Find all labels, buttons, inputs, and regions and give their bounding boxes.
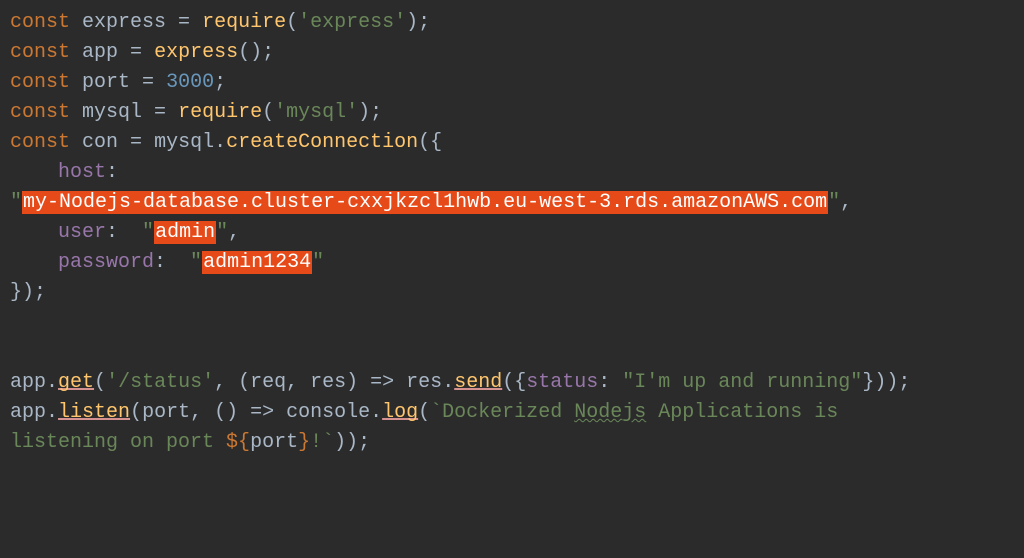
punct: =: [166, 11, 202, 34]
fn-require: require: [202, 11, 286, 34]
template-open: ${: [226, 431, 250, 454]
highlighted-password: admin1234: [202, 251, 312, 274]
var-app: app: [82, 41, 118, 64]
template-var-port: port: [250, 431, 298, 454]
key-password: password: [58, 251, 154, 274]
string-express: 'express': [298, 11, 406, 34]
blank-line: [10, 341, 22, 364]
code-line: user: "admin",: [10, 221, 240, 244]
code-line: host:: [10, 161, 118, 184]
var-express: express: [82, 11, 166, 34]
code-line: });: [10, 281, 46, 304]
fn-express-call: express: [154, 41, 238, 64]
fn-listen: listen: [58, 401, 130, 424]
code-line: const port = 3000;: [10, 71, 226, 94]
template-close: }: [298, 431, 310, 454]
spell-warn-nodejs: Nodejs: [574, 401, 646, 424]
fn-log: log: [382, 401, 418, 424]
keyword-const: const: [10, 11, 70, 34]
fn-createConnection: createConnection: [226, 131, 418, 154]
code-line: const app = express();: [10, 41, 274, 64]
highlighted-user: admin: [154, 221, 216, 244]
key-host: host: [58, 161, 106, 184]
code-line: const express = require('express');: [10, 11, 430, 34]
string-route: '/status': [106, 371, 214, 394]
code-line: const mysql = require('mysql');: [10, 101, 382, 124]
code-line: password: "admin1234": [10, 251, 324, 274]
fn-get: get: [58, 371, 94, 394]
code-line: app.listen(port, () => console.log(`Dock…: [10, 401, 850, 424]
highlighted-host: my-Nodejs-database.cluster-cxxjkzcl1hwb.…: [22, 191, 828, 214]
code-line: listening on port ${port}!`));: [10, 431, 370, 454]
blank-line: [10, 311, 22, 334]
var-mysql: mysql: [82, 101, 142, 124]
code-line: const con = mysql.createConnection({: [10, 131, 442, 154]
code-line: "my-Nodejs-database.cluster-cxxjkzcl1hwb…: [10, 191, 852, 214]
var-con: con: [82, 131, 118, 154]
code-editor[interactable]: const express = require('express'); cons…: [0, 0, 1024, 466]
fn-send: send: [454, 371, 502, 394]
code-line: app.get('/status', (req, res) => res.sen…: [10, 371, 910, 394]
key-user: user: [58, 221, 106, 244]
var-port: port: [82, 71, 130, 94]
number-port: 3000: [166, 71, 214, 94]
string-mysql: 'mysql': [274, 101, 358, 124]
key-status: status: [526, 371, 598, 394]
string-status-msg: "I'm up and running": [622, 371, 862, 394]
